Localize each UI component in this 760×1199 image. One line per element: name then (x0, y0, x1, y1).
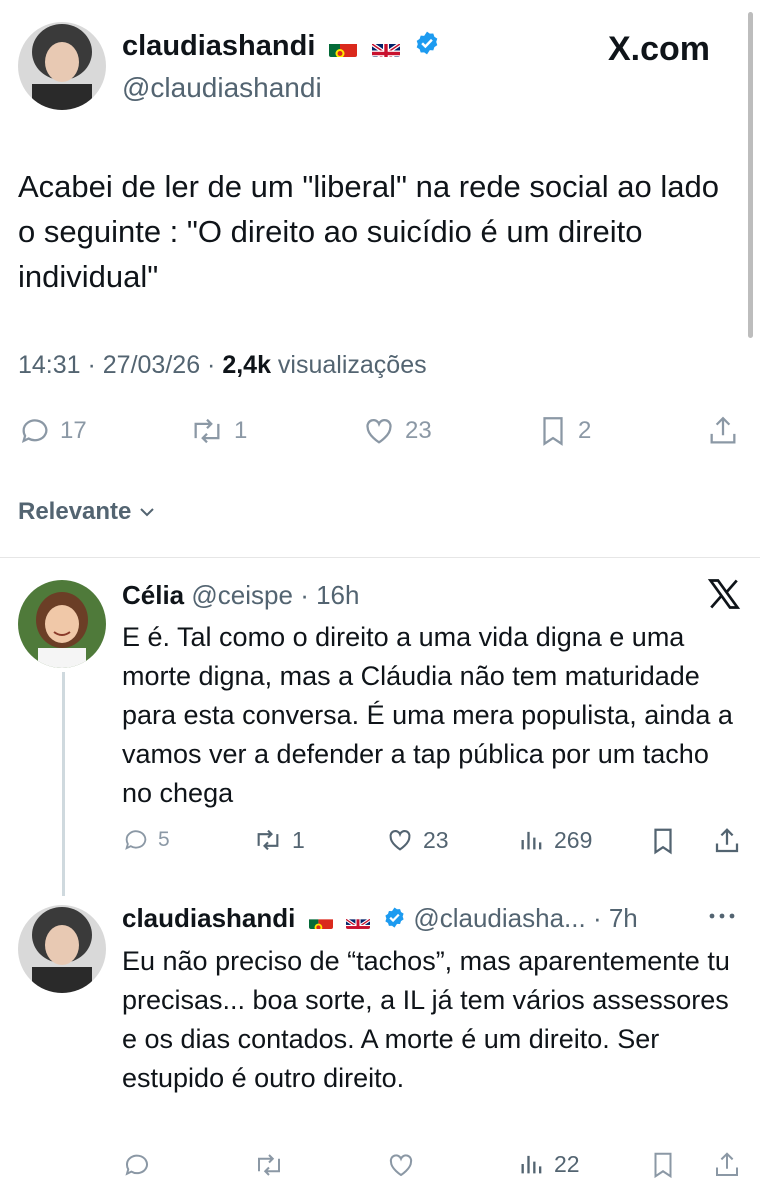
reply1-share-button[interactable] (712, 826, 742, 861)
handle[interactable]: @claudiashandi (122, 72, 322, 104)
reply2-share-button[interactable] (712, 1150, 742, 1185)
repost-icon (194, 418, 220, 444)
bookmark-count: 2 (578, 417, 592, 444)
like-count: 23 (405, 417, 432, 444)
tweet-time[interactable]: 14:31 · 27/03/26 · (18, 351, 222, 379)
avatar-claudiashandi-reply[interactable] (18, 905, 106, 993)
bookmark-icon (543, 417, 563, 446)
repost-icon (258, 1154, 280, 1176)
reply2-reply-button[interactable] (122, 1150, 152, 1185)
share-icon (710, 416, 736, 444)
heart-icon (366, 419, 392, 444)
reply2-handle[interactable]: @claudiasha... (413, 903, 585, 933)
avatar-claudiashandi[interactable] (18, 22, 106, 110)
heart-icon (389, 1154, 413, 1177)
bookmark-button[interactable]: 2 (536, 414, 591, 448)
divider (0, 557, 760, 558)
uk-flag-icon (345, 912, 370, 929)
reply2-repost-button[interactable] (252, 1150, 286, 1185)
reply-count: 17 (60, 417, 87, 444)
reply2-text: Eu não preciso de “tachos”, mas aparente… (122, 946, 730, 1093)
reply-icon (125, 1154, 148, 1176)
analytics-icon (521, 831, 542, 850)
bookmark-icon (654, 828, 672, 855)
reply1-reply-button[interactable]: 5 (122, 826, 170, 854)
uk-flag-icon (371, 38, 400, 57)
sort-label: Relevante (18, 498, 132, 525)
reply2-time[interactable]: · 7h (593, 903, 638, 933)
like-button[interactable]: 23 (361, 414, 432, 448)
reply1-like-button[interactable]: 23 (385, 826, 449, 854)
thread-line (62, 672, 65, 896)
reply1-views-count: 269 (554, 826, 593, 853)
reply1-display-name[interactable]: Célia (122, 580, 184, 610)
repost-icon (257, 829, 279, 851)
author-row: claudiashandi (122, 30, 440, 64)
reply1-like-count: 23 (423, 826, 449, 853)
reply1-text: E é. Tal como o direito a uma vida digna… (122, 622, 733, 808)
share-icon (715, 828, 739, 853)
share-button[interactable] (706, 414, 740, 453)
reply2-views-count: 22 (554, 1150, 580, 1177)
chevron-down-icon (140, 508, 155, 517)
views-label: visualizações (270, 351, 427, 379)
reply1-repost-button[interactable]: 1 (252, 826, 305, 854)
reply1-bookmark-button[interactable] (648, 826, 678, 861)
portugal-flag-icon (308, 912, 333, 929)
reply2-author-row: claudiashandi @claudiasha... · 7h (122, 903, 638, 936)
reply1-reply-count: 5 (158, 828, 170, 851)
sort-dropdown[interactable]: Relevante (18, 498, 157, 526)
verified-badge-icon (414, 30, 440, 64)
avatar-celia[interactable] (18, 580, 106, 668)
x-logo-icon (706, 576, 742, 617)
tweet-text: Acabei de ler de um "liberal" na rede so… (18, 169, 719, 294)
heart-icon (389, 830, 411, 851)
reply1-views-button[interactable]: 269 (518, 826, 592, 854)
reply-button[interactable]: 17 (18, 414, 87, 448)
x-logo-source: X.com (608, 30, 711, 68)
reply1-time[interactable]: · 16h (300, 580, 359, 610)
reply1-handle[interactable]: @ceispe (191, 580, 293, 610)
display-name[interactable]: claudiashandi (122, 30, 315, 62)
more-options-icon[interactable] (704, 904, 740, 933)
reply2-views-button[interactable]: 22 (518, 1150, 580, 1178)
bookmark-icon (654, 1152, 672, 1179)
views-count: 2,4k (222, 351, 271, 379)
portugal-flag-icon (329, 38, 358, 57)
reply-icon (21, 419, 48, 444)
share-icon (716, 1152, 738, 1176)
repost-button[interactable]: 1 (188, 414, 247, 448)
scrollbar[interactable] (748, 12, 753, 338)
reply-icon (125, 830, 147, 850)
tweet-meta: 14:31 · 27/03/26 · 2,4k visualizações (18, 351, 427, 380)
analytics-icon (521, 1155, 542, 1174)
reply1-author-row: Célia @ceispe · 16h (122, 580, 359, 611)
repost-count: 1 (234, 417, 248, 444)
reply2-display-name[interactable]: claudiashandi (122, 903, 295, 933)
reply2-like-button[interactable] (385, 1150, 417, 1185)
verified-badge-icon (383, 905, 406, 936)
reply2-bookmark-button[interactable] (648, 1150, 678, 1185)
reply1-repost-count: 1 (292, 826, 305, 853)
